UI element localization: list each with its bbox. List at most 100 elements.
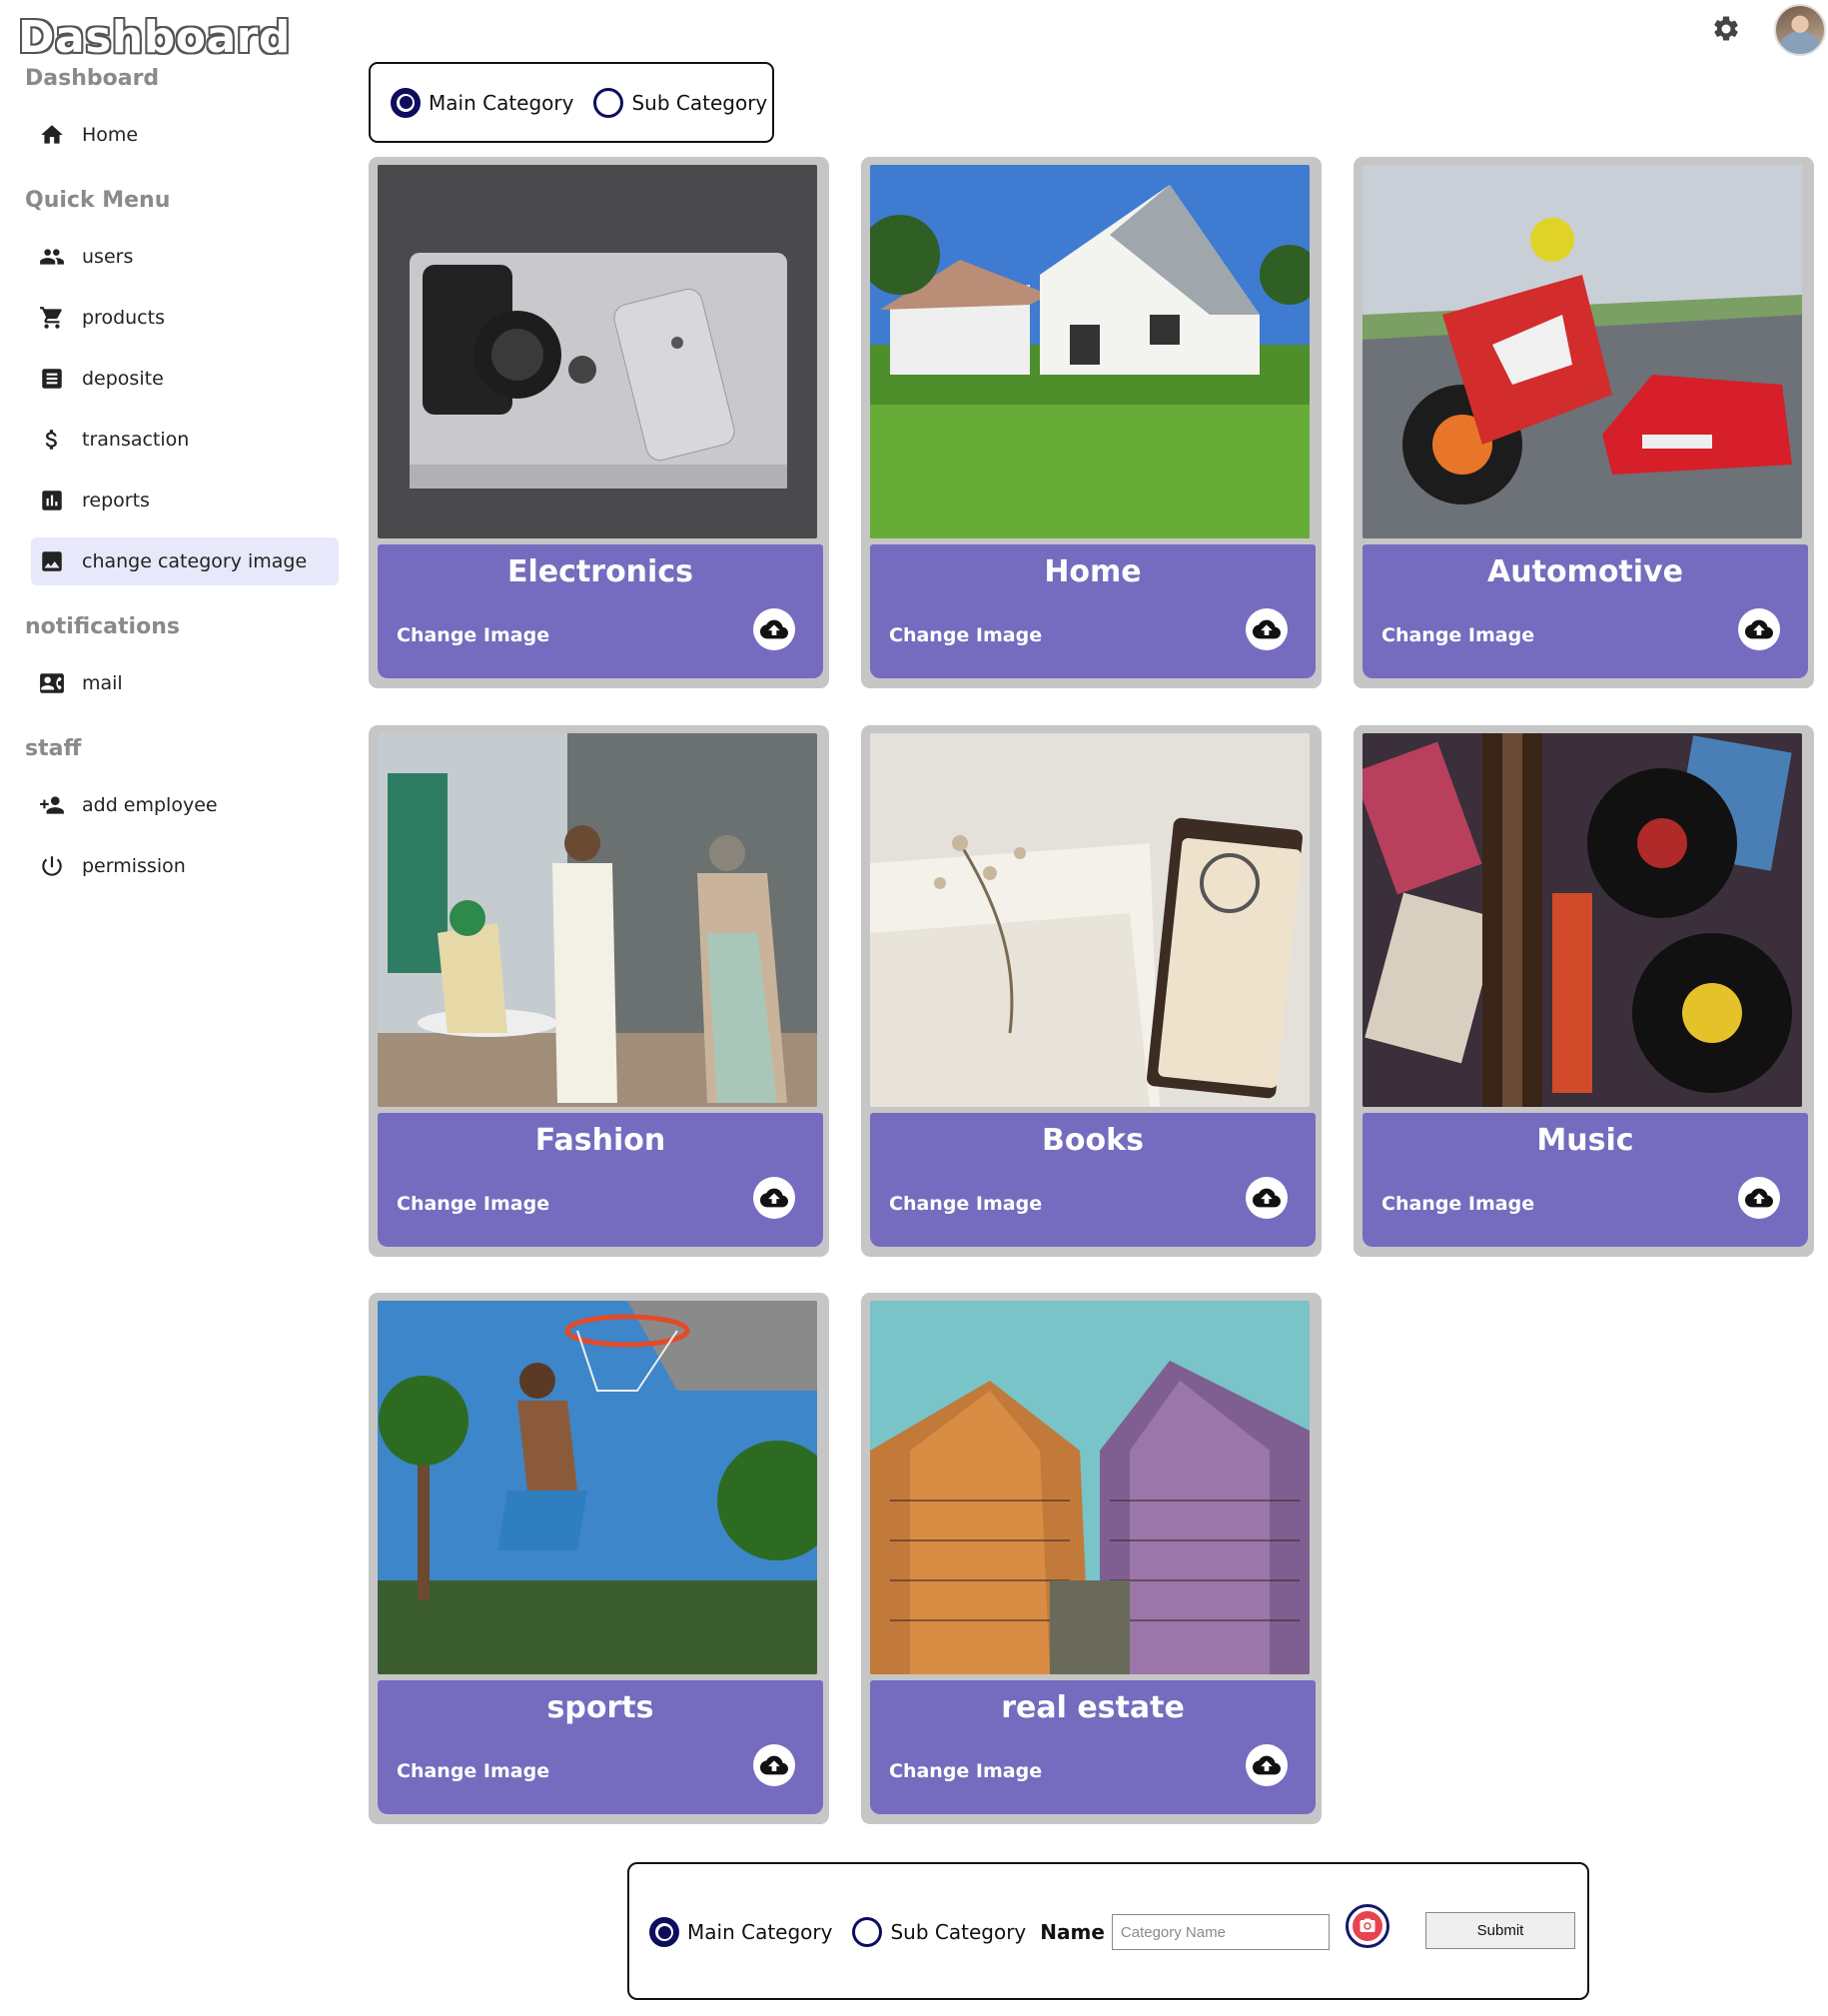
- radio-unselected-indicator[interactable]: [852, 1917, 883, 1947]
- category-name: Home: [1044, 554, 1142, 589]
- sidebar-item-home[interactable]: Home: [31, 111, 339, 159]
- sidebar-item-label: reports: [82, 490, 150, 511]
- laptop-camera-phone-photo: [378, 165, 817, 538]
- change-image-link[interactable]: Change Image: [889, 1193, 1042, 1215]
- dollar-icon: [31, 427, 75, 453]
- image-icon: [31, 548, 75, 574]
- cloud-upload-icon[interactable]: [1246, 1744, 1288, 1786]
- sidebar-item-label: users: [82, 246, 134, 268]
- section-title-quick-menu: Quick Menu: [25, 188, 171, 213]
- motorbike-car-photo: [1363, 165, 1802, 538]
- radio-sub-category[interactable]: Sub Category: [852, 1917, 1026, 1947]
- card-panel: sports Change Image: [378, 1680, 823, 1814]
- guitar-vinyl-photo: [1363, 733, 1802, 1107]
- sidebar-item-label: deposite: [82, 368, 164, 390]
- change-image-link[interactable]: Change Image: [397, 1193, 549, 1215]
- skyscrapers-photo: [870, 1301, 1310, 1674]
- category-card: Automotive Change Image: [1354, 157, 1814, 688]
- cloud-upload-icon[interactable]: [1246, 608, 1288, 650]
- cloud-upload-icon[interactable]: [1246, 1177, 1288, 1219]
- radio-sub-category[interactable]: Sub Category: [593, 87, 767, 118]
- radio-label: Main Category: [429, 90, 574, 115]
- radio-selected-indicator[interactable]: [391, 87, 421, 118]
- home-icon: [31, 122, 75, 148]
- category-name-input[interactable]: [1111, 1914, 1330, 1950]
- sidebar-item-mail[interactable]: mail: [31, 659, 339, 707]
- sidebar-item-transaction[interactable]: transaction: [31, 416, 339, 464]
- category-name: Automotive: [1487, 554, 1683, 589]
- section-title-notifications: notifications: [25, 614, 180, 639]
- category-card: Music Change Image: [1354, 725, 1814, 1257]
- category-name: Books: [1042, 1123, 1144, 1158]
- card-panel: real estate Change Image: [870, 1680, 1316, 1814]
- name-label: Name: [1040, 1920, 1105, 1944]
- sidebar-item-label: products: [82, 307, 165, 329]
- change-image-link[interactable]: Change Image: [889, 1760, 1042, 1782]
- people-fashion-photo: [378, 733, 817, 1107]
- form-row: Main Category Sub Category Name: [649, 1914, 1330, 1950]
- sidebar-item-label: change category image: [82, 550, 308, 572]
- card-panel: Fashion Change Image: [378, 1113, 823, 1247]
- person-add-icon: [31, 792, 75, 818]
- chart-icon: [31, 488, 75, 513]
- category-card: Books Change Image: [861, 725, 1322, 1257]
- contact-card-icon: [31, 670, 75, 696]
- category-card: Fashion Change Image: [369, 725, 829, 1257]
- card-panel: Electronics Change Image: [378, 544, 823, 678]
- card-panel: Automotive Change Image: [1363, 544, 1808, 678]
- cart-icon: [31, 305, 75, 331]
- sidebar-item-reports[interactable]: reports: [31, 477, 339, 524]
- brand-title: Dashboard: [18, 12, 291, 63]
- power-icon: [31, 853, 75, 879]
- category-card: Home Change Image: [861, 157, 1322, 688]
- radio-unselected-indicator[interactable]: [593, 87, 624, 118]
- category-name: Fashion: [534, 1123, 666, 1158]
- users-icon: [31, 244, 75, 270]
- category-name: Electronics: [507, 554, 693, 589]
- category-name: Music: [1536, 1123, 1634, 1158]
- radio-label: Main Category: [687, 1920, 833, 1944]
- avatar[interactable]: [1774, 4, 1826, 56]
- sidebar-item-add-employee[interactable]: add employee: [31, 781, 339, 829]
- category-name: sports: [546, 1690, 654, 1725]
- radio-label: Sub Category: [890, 1920, 1027, 1944]
- cloud-upload-icon[interactable]: [753, 608, 795, 650]
- cloud-upload-icon[interactable]: [753, 1744, 795, 1786]
- camera-upload-button[interactable]: [1346, 1904, 1389, 1948]
- category-type-toggle: Main Category Sub Category: [369, 62, 774, 143]
- category-card: sports Change Image: [369, 1293, 829, 1824]
- submit-button[interactable]: Submit: [1425, 1912, 1575, 1949]
- cloud-upload-icon[interactable]: [1738, 608, 1780, 650]
- house-lawn-photo: [870, 165, 1310, 538]
- section-title-staff: staff: [25, 736, 82, 761]
- sidebar-item-label: add employee: [82, 794, 218, 816]
- change-image-link[interactable]: Change Image: [397, 624, 549, 646]
- section-title-dashboard: Dashboard: [25, 66, 160, 91]
- sidebar-item-change-category-image[interactable]: change category image: [31, 537, 339, 585]
- change-image-link[interactable]: Change Image: [397, 1760, 549, 1782]
- change-image-link[interactable]: Change Image: [889, 624, 1042, 646]
- category-card: Electronics Change Image: [369, 157, 829, 688]
- cloud-upload-icon[interactable]: [753, 1177, 795, 1219]
- camera-icon: [1353, 1911, 1382, 1941]
- radio-main-category[interactable]: Main Category: [649, 1917, 832, 1947]
- sidebar-item-deposite[interactable]: deposite: [31, 355, 339, 403]
- radio-main-category[interactable]: Main Category: [391, 87, 574, 118]
- card-panel: Books Change Image: [870, 1113, 1316, 1247]
- basketball-dunk-photo: [378, 1301, 817, 1674]
- sidebar-item-users[interactable]: users: [31, 233, 339, 281]
- change-image-link[interactable]: Change Image: [1381, 1193, 1534, 1215]
- cloud-upload-icon[interactable]: [1738, 1177, 1780, 1219]
- sidebar-item-label: mail: [82, 672, 123, 694]
- sidebar-item-label: transaction: [82, 429, 190, 451]
- sidebar-item-label: permission: [82, 855, 186, 877]
- sidebar-item-label: Home: [82, 124, 139, 146]
- sidebar-item-products[interactable]: products: [31, 294, 339, 342]
- open-book-glasses-photo: [870, 733, 1310, 1107]
- radio-selected-indicator[interactable]: [649, 1917, 679, 1947]
- category-name: real estate: [1001, 1690, 1185, 1725]
- receipt-icon: [31, 366, 75, 392]
- sidebar-item-permission[interactable]: permission: [31, 842, 339, 890]
- change-image-link[interactable]: Change Image: [1381, 624, 1534, 646]
- gear-icon[interactable]: [1711, 14, 1741, 44]
